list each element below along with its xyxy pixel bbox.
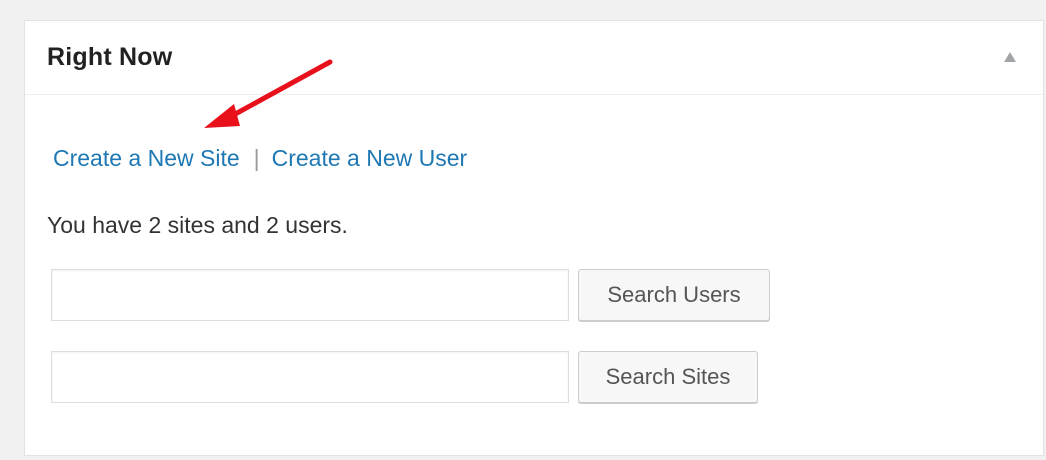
right-now-widget: Right Now Create a New Site | Create a New… — [24, 20, 1044, 456]
quick-links: Create a New Site | Create a New User — [53, 145, 467, 172]
sites-users-summary: You have 2 sites and 2 users. — [47, 212, 348, 238]
search-sites-input[interactable] — [51, 351, 569, 403]
search-users-input[interactable] — [51, 269, 569, 321]
create-new-site-link[interactable]: Create a New Site — [53, 145, 240, 171]
search-users-button[interactable]: Search Users — [578, 269, 770, 321]
link-separator: | — [253, 145, 260, 171]
widget-header: Right Now — [25, 21, 1043, 95]
triangle-up-icon[interactable] — [1003, 51, 1017, 63]
search-sites-button[interactable]: Search Sites — [578, 351, 758, 403]
widget-title: Right Now — [47, 43, 173, 71]
create-new-user-link[interactable]: Create a New User — [272, 145, 468, 171]
